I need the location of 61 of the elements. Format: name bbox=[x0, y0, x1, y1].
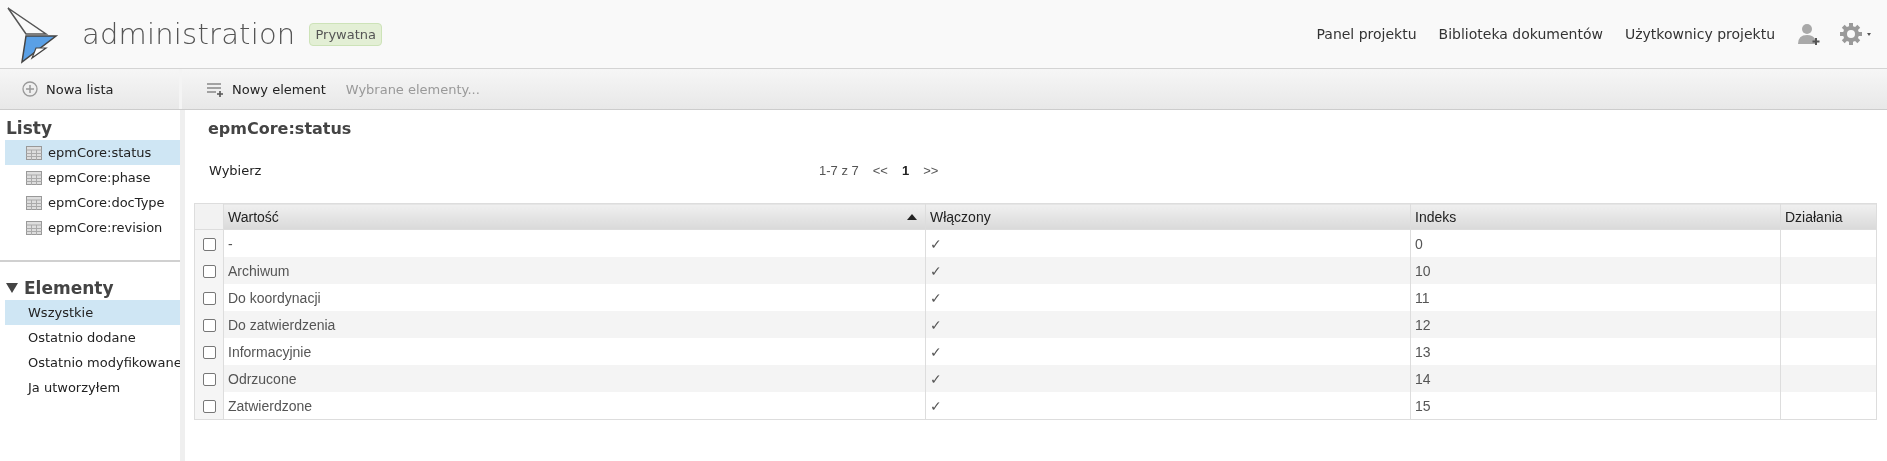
nav-link[interactable]: Panel projektu bbox=[1316, 26, 1417, 42]
table-icon bbox=[26, 195, 42, 210]
visibility-badge: Prywatna bbox=[309, 22, 382, 46]
table-cell: ✓ bbox=[925, 229, 1411, 257]
nav-link[interactable]: Biblioteka dokumentów bbox=[1438, 26, 1603, 42]
row-checkbox[interactable] bbox=[202, 319, 216, 333]
row-checkbox[interactable] bbox=[202, 346, 216, 360]
table-cell: ✓ bbox=[925, 257, 1411, 284]
nav-link[interactable]: Użytkownicy projektu bbox=[1624, 26, 1775, 42]
new-element-button[interactable]: Nowy element bbox=[206, 77, 326, 101]
table-cell: Archiwum bbox=[223, 257, 926, 284]
table-cell: Informacyjnie bbox=[223, 338, 926, 365]
list-item[interactable]: epmCore:phase bbox=[5, 165, 180, 190]
select-label: Wybierz bbox=[208, 162, 262, 178]
table-cell: Odrzucone bbox=[223, 365, 926, 392]
table-cell: - bbox=[223, 229, 926, 257]
column-header[interactable]: Działania bbox=[1780, 203, 1877, 230]
list-item[interactable]: epmCore:docType bbox=[5, 190, 180, 215]
column-header[interactable]: Indeks bbox=[1410, 203, 1781, 230]
table-cell: Do zatwierdzenia bbox=[223, 311, 926, 338]
project-title: administration bbox=[82, 17, 296, 51]
previous-page-link[interactable]: << bbox=[872, 162, 888, 178]
column-header[interactable]: Wartość bbox=[223, 203, 926, 230]
new-list-button[interactable]: Nowa lista bbox=[22, 77, 114, 101]
page-range: 1-7 z 7 bbox=[819, 162, 859, 178]
table-icon bbox=[26, 220, 42, 235]
list-title: epmCore:status bbox=[207, 119, 353, 138]
table-cell: 10 bbox=[1410, 257, 1781, 284]
row-checkbox[interactable] bbox=[202, 265, 216, 279]
table-cell: 13 bbox=[1410, 338, 1781, 365]
table-cell: 15 bbox=[1410, 392, 1781, 420]
table-cell: Do koordynacji bbox=[223, 284, 926, 311]
table-cell: ✓ bbox=[925, 284, 1411, 311]
row-checkbox[interactable] bbox=[202, 373, 216, 387]
list-item[interactable]: epmCore:revision bbox=[5, 215, 180, 240]
table-cell: 14 bbox=[1410, 365, 1781, 392]
table-cell: Zatwierdzone bbox=[223, 392, 926, 420]
settings-icon[interactable] bbox=[1839, 22, 1873, 46]
row-checkbox[interactable] bbox=[202, 238, 216, 252]
next-page-link[interactable]: >> bbox=[923, 162, 939, 178]
row-checkbox[interactable] bbox=[202, 400, 216, 414]
filter-item[interactable]: Ja utworzyłem bbox=[5, 375, 180, 400]
table-cell: 12 bbox=[1410, 311, 1781, 338]
table-cell: 0 bbox=[1410, 229, 1781, 257]
row-checkbox[interactable] bbox=[202, 292, 216, 306]
table-cell: ✓ bbox=[925, 365, 1411, 392]
table-cell: ✓ bbox=[925, 338, 1411, 365]
table-icon bbox=[26, 145, 42, 160]
filter-item[interactable]: Ostatnio dodane bbox=[5, 325, 180, 350]
filter-item[interactable]: Wszystkie bbox=[5, 300, 180, 325]
column-header[interactable]: Włączony bbox=[925, 203, 1411, 230]
table-icon bbox=[26, 170, 42, 185]
add-user-icon[interactable] bbox=[1797, 22, 1821, 46]
section-title: Listy bbox=[5, 118, 53, 138]
table-cell: ✓ bbox=[925, 311, 1411, 338]
table-cell: 11 bbox=[1410, 284, 1781, 311]
add-icon bbox=[22, 81, 38, 97]
add-row-icon bbox=[206, 81, 224, 97]
table-cell: ✓ bbox=[925, 392, 1411, 420]
page-number[interactable]: 1 bbox=[901, 162, 910, 178]
list-item[interactable]: epmCore:status bbox=[5, 140, 180, 165]
